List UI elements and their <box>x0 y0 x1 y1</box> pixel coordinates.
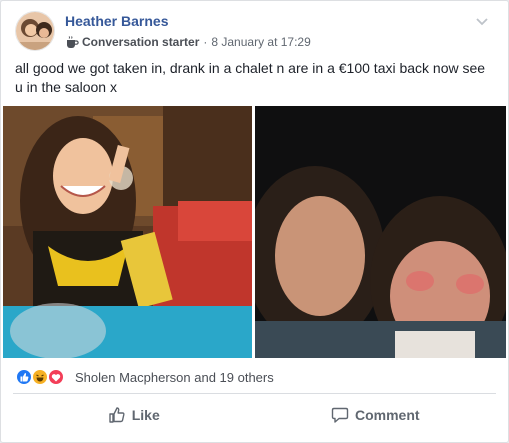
photo-right[interactable] <box>255 106 506 358</box>
like-button[interactable]: Like <box>13 395 255 435</box>
like-label: Like <box>131 407 160 423</box>
love-reaction-icon <box>47 368 65 386</box>
reaction-summary[interactable]: Sholen Macpherson and 19 others <box>75 370 274 385</box>
post-header: Heather Barnes Conversation starter · 8 … <box>15 11 496 55</box>
photo-grid <box>3 106 506 358</box>
photo-left[interactable] <box>3 106 252 358</box>
post-text: all good we got taken in, drank in a cha… <box>15 60 486 95</box>
conversation-starter-badge[interactable]: Conversation starter <box>82 35 199 49</box>
post-card: Heather Barnes Conversation starter · 8 … <box>0 0 509 443</box>
thumbs-up-icon <box>109 407 125 423</box>
actions-divider <box>13 393 496 394</box>
comment-label: Comment <box>354 407 420 423</box>
comment-icon <box>331 407 349 423</box>
post-actions: Like Comment <box>13 395 496 435</box>
coffee-cup-icon <box>65 35 79 49</box>
reaction-icons <box>15 368 73 386</box>
post-timestamp[interactable]: 8 January at 17:29 <box>211 35 310 49</box>
meta-separator: · <box>203 35 208 49</box>
author-name[interactable]: Heather Barnes <box>65 13 169 29</box>
like-reaction-icon <box>15 368 33 386</box>
comment-button[interactable]: Comment <box>255 395 497 435</box>
reactions-bar[interactable]: Sholen Macpherson and 19 others <box>15 366 274 388</box>
haha-reaction-icon <box>31 368 49 386</box>
post-meta: Conversation starter · 8 January at 17:2… <box>65 35 311 49</box>
chevron-down-icon[interactable] <box>474 13 490 29</box>
author-avatar[interactable] <box>15 11 55 51</box>
